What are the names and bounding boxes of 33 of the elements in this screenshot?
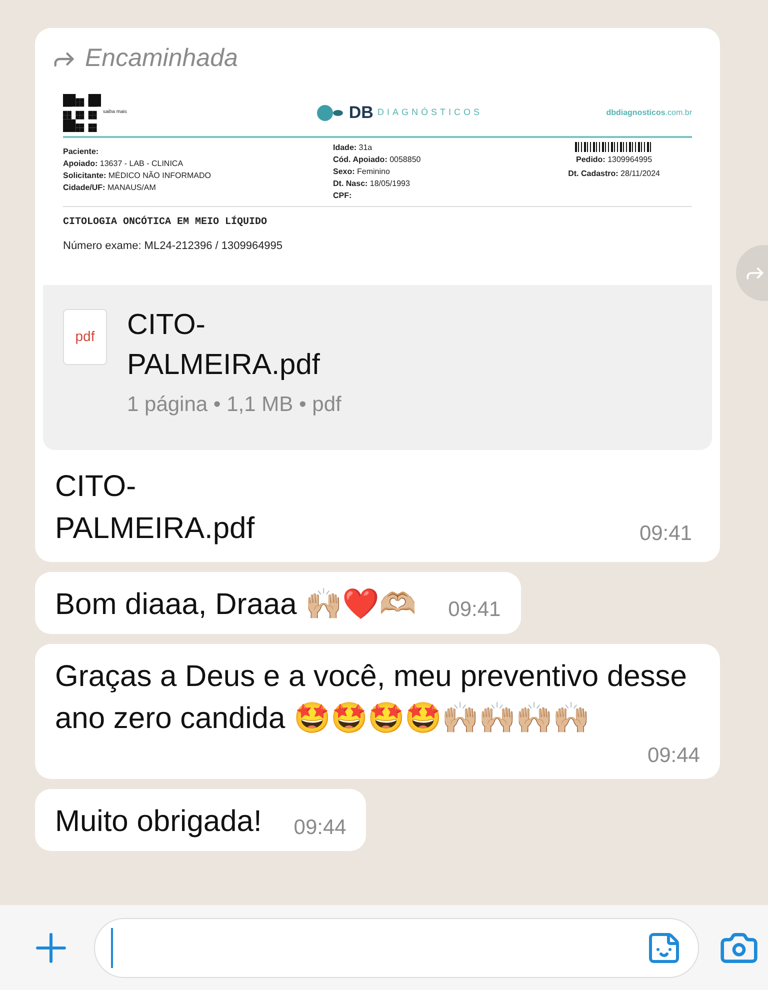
message-text: Bom diaaa, Draaa 🙌🏼❤🫶🏼	[55, 586, 416, 622]
text-cursor	[111, 928, 113, 968]
logo-subtitle: DIAGNÓSTICOS	[377, 106, 482, 119]
message-time: 09:44	[294, 814, 346, 840]
message-time: 09:41	[448, 597, 501, 623]
message-time: 09:41	[639, 521, 693, 547]
file-meta: 1 página • 1,1 MB • pdf	[127, 392, 342, 418]
field-text: Cidade/UF: MANAUS/AM	[63, 182, 157, 194]
pdf-file-icon: pdf	[63, 308, 107, 364]
exam-title: CITOLOGIA ONCÓTICA EM MEIO LÍQUIDO	[63, 214, 268, 230]
message-text: Muito obrigada!	[55, 804, 262, 840]
file-card[interactable]: pdf CITO- PALMEIRA.pdf 1 página • 1,1 MB • pdf	[43, 284, 712, 450]
field-text: Pedido: 1309964995	[576, 154, 652, 166]
logo-icon	[316, 104, 345, 122]
logo-text: DB	[348, 102, 374, 124]
exam-number: Número exame: ML24-212396 / 1309964995	[63, 238, 284, 254]
field-text: Cód. Apoiado: 0058850	[333, 154, 422, 166]
barcode-icon	[575, 142, 654, 152]
field-text: CPF:	[333, 190, 353, 202]
forwarded-label: Encaminhada	[85, 43, 238, 74]
file-name: CITO- PALMEIRA.pdf	[127, 308, 321, 382]
message-time: 09:44	[647, 742, 700, 768]
field-text: Solicitante: MÉDICO NÃO INFORMADO	[63, 170, 212, 182]
field-text: Dt. Nasc: 18/05/1993	[333, 178, 411, 190]
caption-text: CITO- PALMEIRA.pdf	[55, 468, 255, 546]
message-text: Graças a Deus e a você, meu preventivo desse ano zero candida 🤩🤩🤩🤩🙌🏼🙌🏼🙌🏼🙌🏼	[55, 658, 688, 736]
field-text: Dt. Cadastro: 28/11/2024	[568, 168, 660, 180]
field-text: Idade: 31a	[333, 142, 374, 154]
field-text: Apoiado: 13637 - LAB - CLINICA	[63, 158, 184, 170]
website-text: dbdiagnosticos.com.br	[606, 106, 692, 118]
field-text: Paciente:	[63, 146, 100, 158]
field-text: Sexo: Feminino	[333, 166, 391, 178]
qr-code-icon	[63, 94, 101, 132]
